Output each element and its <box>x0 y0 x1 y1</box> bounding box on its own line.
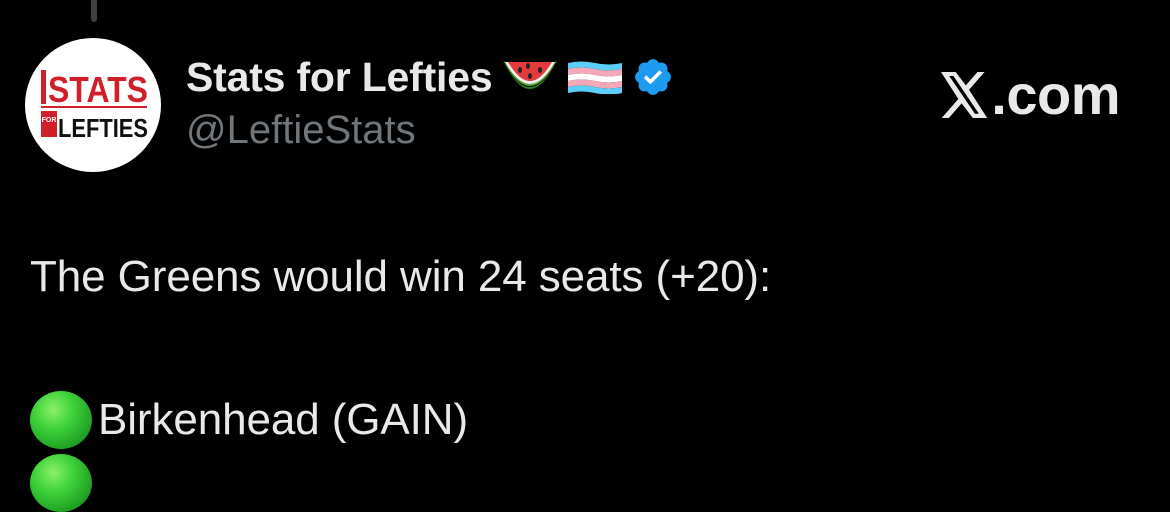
logo-underline <box>41 106 147 108</box>
green-circle-icon <box>30 454 92 512</box>
source-watermark: .com <box>941 62 1120 127</box>
transgender-flag-icon <box>568 60 623 95</box>
logo-text-small: FOR <box>42 117 57 124</box>
logo-for-block <box>41 111 57 137</box>
verified-badge-icon[interactable] <box>632 56 674 98</box>
author-display-name[interactable]: Stats for Lefties <box>186 54 493 101</box>
author-name-row[interactable]: Stats for Lefties <box>186 52 674 102</box>
x-logo-icon <box>941 71 989 118</box>
author-handle[interactable]: @LeftieStats <box>186 108 416 153</box>
stats-for-lefties-logo: STATS FOR LEFTIES <box>41 69 148 143</box>
tweet-text-line: The Greens would win 24 seats (+20): <box>30 252 772 301</box>
thread-connector-line <box>91 0 97 22</box>
tweet-list-item-text: Birkenhead (GAIN) <box>98 395 469 444</box>
logo-text-top: STATS <box>48 69 148 110</box>
tweet-list-item: Birkenhead (GAIN) <box>30 391 468 449</box>
logo-bar <box>41 70 46 104</box>
logo-text-bottom: LEFTIES <box>58 113 148 143</box>
source-domain-label: .com <box>991 63 1120 126</box>
green-circle-icon <box>30 391 92 449</box>
avatar[interactable]: STATS FOR LEFTIES <box>25 38 161 172</box>
watermelon-icon <box>502 56 558 98</box>
